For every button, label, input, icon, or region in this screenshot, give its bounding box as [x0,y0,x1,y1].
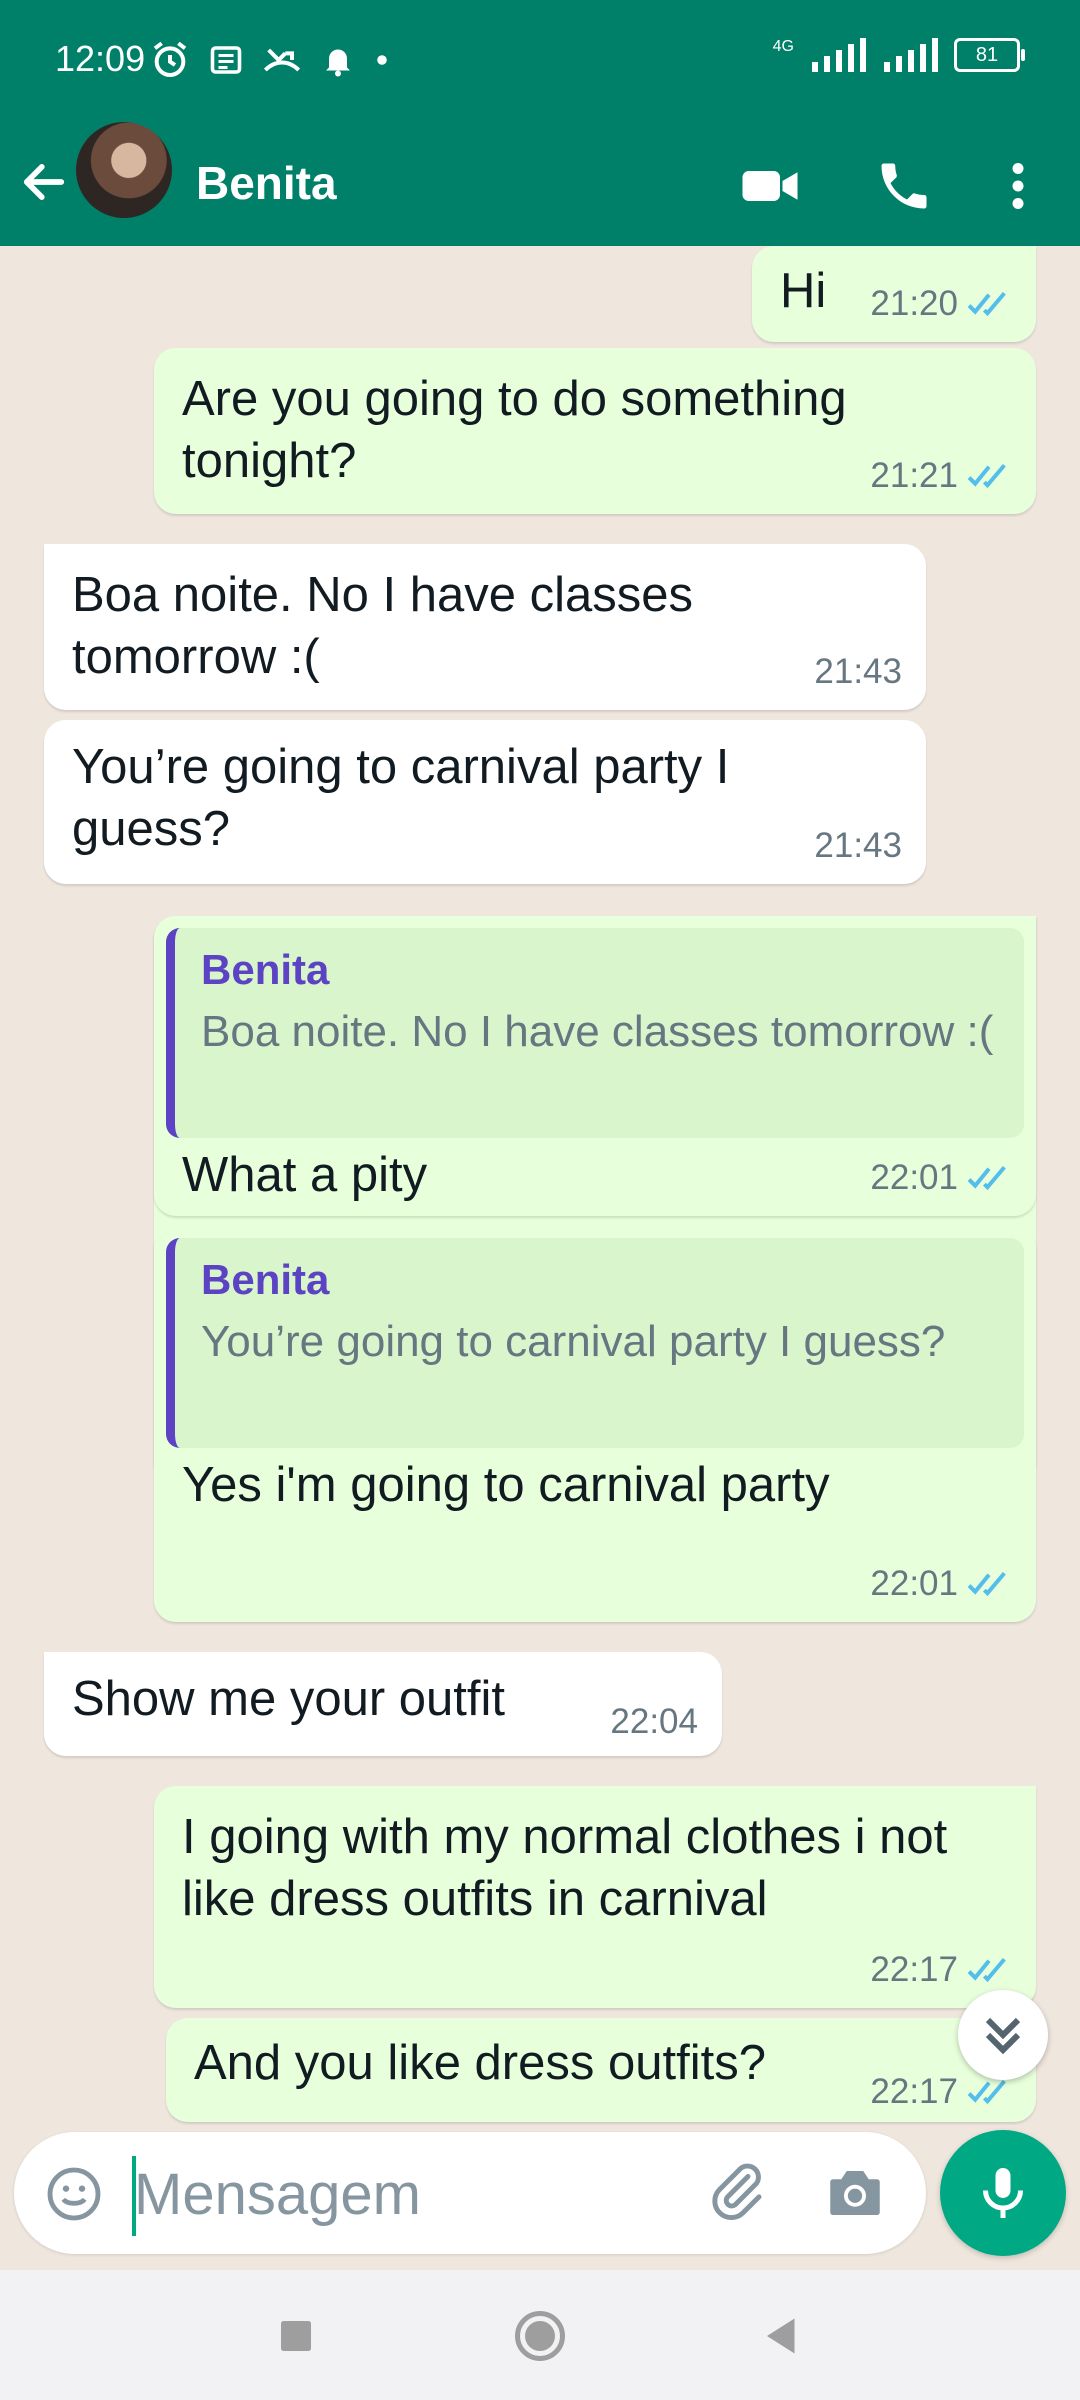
recents-square-icon[interactable] [266,2306,326,2366]
missed-call-icon [263,48,301,72]
read-ticks-icon [967,291,1006,317]
avatar[interactable] [76,122,172,218]
reply-1[interactable]: Benita Boa noite. No I have classes tomo… [154,916,1036,1216]
double-chevron-down-icon [985,2017,1021,2055]
alarm-icon [153,41,187,77]
read-ticks-icon [967,2079,1006,2105]
dot-icon [377,55,387,65]
read-ticks-icon [967,1957,1006,1983]
quote-author: Benita [201,946,330,993]
message-time: 21:43 [814,652,902,691]
read-ticks-icon [967,1165,1006,1191]
message-time: 21:43 [814,826,902,865]
message-text: What a pity [182,1148,428,1202]
quoted-message[interactable]: Benita Boa noite. No I have classes tomo… [166,928,1024,1138]
message-text: You’re going to carnival party I guess? [72,740,730,856]
quoted-message[interactable]: Benita You’re going to carnival party I … [166,1238,1024,1448]
quote-text: Boa noite. No I have classes tomorrow :( [201,1007,994,1056]
message-outgoing[interactable]: And you like dress outfits? 22:17 [166,2018,1036,2122]
signal-icon-2 [884,38,938,72]
scroll-to-bottom-button[interactable] [958,1990,1048,2080]
message-time: 22:17 [870,2072,958,2111]
message-text: I going with my normal clothes i not lik… [182,1810,948,1926]
message-time: 22:01 [870,1158,958,1197]
message-time: 22:17 [870,1950,958,1989]
message-text: Boa noite. No I have classes tomorrow :( [72,568,694,684]
system-navigation-bar [0,2270,1080,2400]
mic-icon [983,2168,1023,2218]
read-ticks-icon [967,463,1006,489]
status-time: 12:09 [55,38,146,79]
read-ticks-icon [967,1571,1006,1597]
attach-icon[interactable] [704,2160,770,2226]
quote-author: Benita [201,1256,330,1303]
chat-messages[interactable]: Hi 21:20 Are you going to do something t… [0,246,1080,2126]
battery-indicator: 81 [954,38,1025,72]
notification-bell-icon [326,49,350,77]
contact-name[interactable]: Benita [196,156,337,210]
message-text: Hi [780,264,827,318]
message-outgoing[interactable]: Hi 21:20 [752,246,1036,342]
network-type: 4G [772,38,794,55]
signal-icon [812,38,866,72]
message-incoming[interactable]: Boa noite. No I have classes tomorrow :(… [44,544,926,710]
message-composer [14,2132,926,2254]
reply-2[interactable]: Benita You’re going to carnival party I … [154,1226,1036,1622]
status-bar: 12:09 4G 81 [0,0,1080,120]
video-call-icon[interactable] [740,156,800,216]
message-outgoing[interactable]: I going with my normal clothes i not lik… [154,1786,1036,2008]
notes-icon [210,46,242,74]
home-circle-icon[interactable] [510,2306,570,2366]
camera-icon[interactable] [822,2160,888,2226]
mic-button[interactable] [940,2130,1066,2256]
message-incoming[interactable]: Show me your outfit 22:04 [44,1652,722,1756]
message-text: Yes i'm going to carnival party [182,1458,830,1512]
back-arrow-icon[interactable] [18,156,70,208]
back-triangle-icon[interactable] [752,2306,812,2366]
message-outgoing[interactable]: Are you going to do something tonight? 2… [154,348,1036,514]
message-time: 22:04 [610,1702,698,1741]
more-vert-icon[interactable] [988,156,1048,216]
message-time: 21:20 [870,284,958,323]
chat-header: Benita [0,120,1080,246]
message-time: 22:01 [870,1564,958,1603]
message-text: Show me your outfit [72,1672,506,1726]
quote-text: You’re going to carnival party I guess? [201,1317,946,1366]
phone-icon[interactable] [874,156,934,216]
message-time: 21:21 [870,456,958,495]
message-text: And you like dress outfits? [194,2036,766,2090]
message-incoming[interactable]: You’re going to carnival party I guess? … [44,720,926,884]
emoji-icon[interactable] [42,2162,106,2226]
message-input[interactable] [132,2146,696,2242]
